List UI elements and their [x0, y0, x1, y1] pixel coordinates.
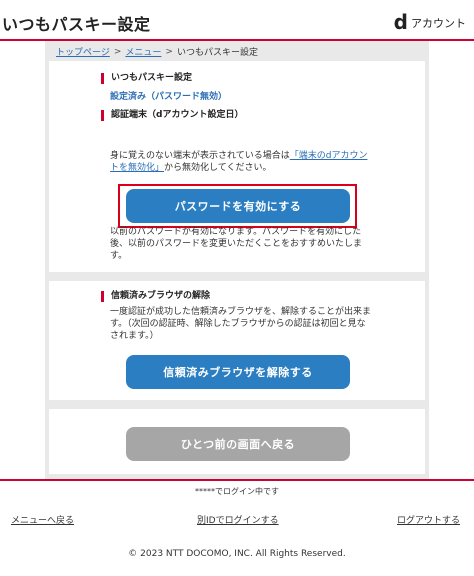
login-status: *****でログイン中です — [195, 487, 279, 496]
page-title: いつもパスキー設定 — [2, 15, 151, 34]
brand-label: アカウント — [411, 17, 466, 30]
passkey-status: 設定済み（パスワード無効） — [110, 92, 228, 102]
breadcrumb-top-link[interactable]: トップページ — [56, 45, 110, 58]
back-button[interactable]: ひとつ前の画面へ戻る — [126, 427, 350, 461]
breadcrumb: トップページ > メニュー > いつもパスキー設定 — [56, 45, 258, 59]
page-header: いつもパスキー設定 d アカウント — [0, 0, 474, 41]
trusted-browser-heading: 信頼済みブラウザの解除 — [101, 291, 210, 302]
breadcrumb-separator: > — [113, 46, 122, 57]
enable-password-button[interactable]: パスワードを有効にする — [126, 189, 350, 223]
logout-link[interactable]: ログアウトする — [397, 513, 460, 526]
breadcrumb-separator: > — [165, 46, 173, 57]
breadcrumb-menu-link[interactable]: メニュー — [125, 45, 161, 58]
breadcrumb-current: いつもパスキー設定 — [176, 48, 258, 58]
footer-divider — [0, 479, 474, 481]
trusted-browser-description: 一度認証が成功した信頼済みブラウザを、解除することが出来ます。（次回の認証時、解… — [110, 307, 372, 341]
passkey-heading: いつもパスキー設定 — [101, 73, 192, 84]
d-account-logo[interactable]: d アカウント — [393, 10, 466, 34]
release-trusted-browser-button[interactable]: 信頼済みブラウザを解除する — [126, 355, 350, 389]
copyright: © 2023 NTT DOCOMO, INC. All Rights Reser… — [128, 549, 346, 559]
enable-password-note: 以前のパスワードが有効になります。パスワードを有効にした後、以前のパスワードを変… — [110, 227, 363, 261]
notice-suffix: から無効化してください。 — [164, 163, 272, 173]
other-id-login-link[interactable]: 別IDでログインする — [197, 513, 279, 526]
device-heading: 認証端末（dアカウント設定日） — [101, 110, 243, 121]
device-notice: 身に覚えのない端末が表示されている場合は「端末のdアカウントを無効化」から無効化… — [110, 150, 372, 174]
menu-back-link[interactable]: メニューへ戻る — [11, 513, 74, 526]
d-logo-icon: d — [393, 10, 408, 34]
notice-prefix: 身に覚えのない端末が表示されている場合は — [110, 151, 290, 161]
